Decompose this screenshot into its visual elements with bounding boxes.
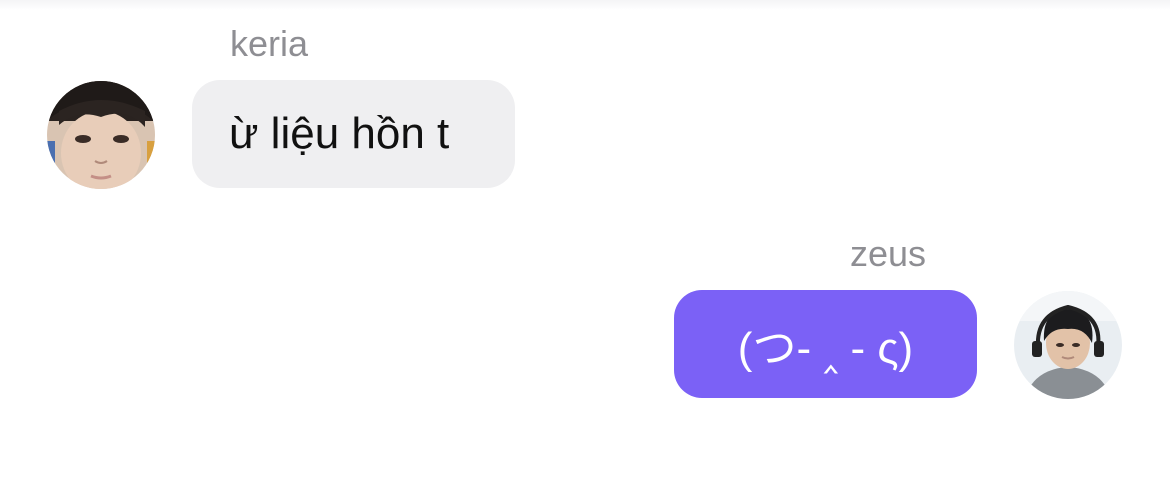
top-divider: [0, 0, 1170, 10]
profile-photo-icon: [47, 81, 155, 189]
sender-name-keria: keria: [230, 23, 309, 64]
chat-thread: keria ừ liệu hồn t zeus (つ- ‸ - ς): [0, 0, 1170, 478]
avatar-zeus[interactable]: [1014, 291, 1122, 399]
message-bubble-outgoing[interactable]: (つ- ‸ - ς): [674, 290, 977, 398]
message-text: ừ liệu hồn t: [229, 109, 450, 158]
sender-name-zeus: zeus: [850, 233, 927, 274]
message-bubble-incoming[interactable]: ừ liệu hồn t: [192, 80, 515, 188]
profile-photo-icon: [1014, 291, 1122, 399]
avatar-keria[interactable]: [47, 81, 155, 189]
message-text: (つ- ‸ - ς): [737, 324, 914, 373]
